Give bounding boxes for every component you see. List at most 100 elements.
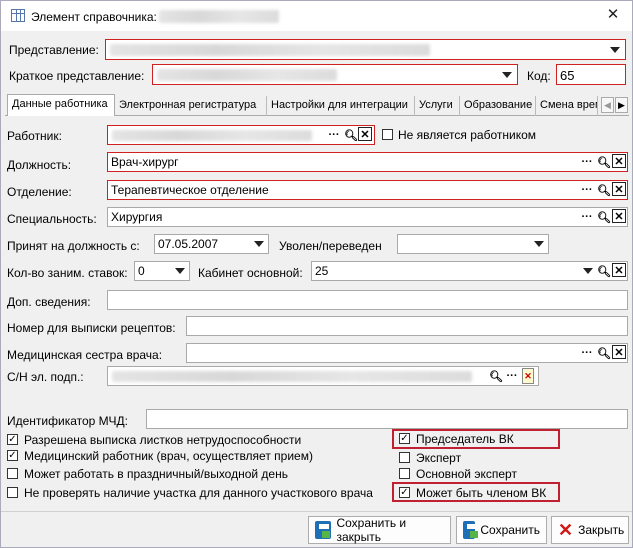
cabinet-label: Кабинет основной:: [198, 266, 303, 280]
recipe-number-label: Номер для выписки рецептов:: [7, 321, 176, 335]
extra-info-label: Доп. сведения:: [7, 295, 91, 309]
extra-info-input[interactable]: [107, 290, 628, 310]
save-icon: [463, 521, 479, 539]
tab-time-shift[interactable]: Смена врем: [536, 96, 598, 116]
medical-worker-checkbox[interactable]: ✓: [7, 450, 18, 461]
rates-dropdown-icon[interactable]: [172, 262, 188, 280]
signature-serial-label: С/Н эл. подп.:: [7, 370, 84, 384]
department-input[interactable]: Терапевтическое отделение ··· 🔍︎ ✕: [107, 180, 628, 200]
certificate-icon[interactable]: ✕: [522, 368, 534, 384]
rates-label: Кол-во заним. ставок:: [7, 266, 128, 280]
department-clear-icon[interactable]: ✕: [612, 182, 626, 196]
main-expert-label: Основной эксперт: [416, 467, 517, 481]
position-label: Должность:: [7, 158, 72, 172]
cabinet-search-icon[interactable]: 🔍︎: [596, 263, 612, 279]
save-button[interactable]: Сохранить: [456, 516, 547, 544]
representation-label: Представление:: [9, 43, 99, 57]
sick-leave-label: Разрешена выписка листков нетрудоспособн…: [24, 433, 302, 447]
tab-services[interactable]: Услуги: [415, 96, 460, 116]
position-select-button[interactable]: ···: [579, 154, 595, 170]
cabinet-input[interactable]: 25 🔍︎ ✕: [311, 261, 628, 281]
worker-input[interactable]: ··· 🔍︎ ✕: [107, 125, 375, 145]
recipe-number-input[interactable]: [186, 316, 628, 336]
chairman-vk-checkbox[interactable]: ✓: [399, 433, 410, 444]
worker-search-icon[interactable]: 🔍︎: [343, 127, 359, 143]
vk-member-label: Может быть членом ВК: [416, 486, 547, 500]
hired-label: Принят на должность с:: [7, 239, 140, 253]
close-button[interactable]: ✕ Закрыть: [551, 516, 629, 544]
hired-date-value: 07.05.2007: [158, 237, 219, 251]
specialty-label: Специальность:: [7, 212, 97, 226]
code-input[interactable]: 65: [556, 64, 626, 85]
not-worker-checkbox[interactable]: [382, 129, 393, 140]
specialty-search-icon[interactable]: 🔍︎: [596, 209, 612, 225]
main-expert-checkbox[interactable]: [399, 468, 410, 479]
holiday-work-label: Может работать в праздничный/выходной де…: [24, 467, 288, 481]
tab-scroll-right-icon[interactable]: ▶: [615, 97, 628, 113]
hired-date-dropdown-icon[interactable]: [251, 235, 267, 253]
chairman-vk-label: Председатель ВК: [416, 432, 514, 446]
nurse-search-icon[interactable]: 🔍︎: [596, 345, 612, 361]
signature-select-button[interactable]: ···: [504, 368, 520, 384]
save-and-close-button[interactable]: Сохранить и закрыть: [308, 516, 451, 544]
department-label: Отделение:: [7, 185, 72, 199]
representation-dropdown-icon[interactable]: [607, 41, 623, 59]
cabinet-value: 25: [315, 264, 329, 278]
hired-date-input[interactable]: 07.05.2007: [154, 234, 269, 254]
fired-label: Уволен/переведен: [279, 239, 382, 253]
footer-divider: [1, 511, 632, 512]
cabinet-dropdown-icon[interactable]: [580, 263, 596, 279]
no-area-check-checkbox[interactable]: [7, 487, 18, 498]
signature-search-icon[interactable]: 🔍︎: [488, 368, 504, 384]
close-icon[interactable]: ✕: [605, 7, 621, 23]
department-select-button[interactable]: ···: [579, 182, 595, 198]
short-representation-dropdown-icon[interactable]: [499, 66, 515, 84]
save-close-icon: [315, 521, 332, 539]
specialty-input[interactable]: Хирургия ··· 🔍︎ ✕: [107, 207, 628, 227]
position-input[interactable]: Врач-хирург ··· 🔍︎ ✕: [107, 152, 628, 172]
department-value: Терапевтическое отделение: [111, 183, 269, 197]
position-value: Врач-хирург: [111, 155, 179, 169]
tab-education[interactable]: Образование: [460, 96, 536, 116]
rates-value: 0: [138, 264, 145, 278]
expert-label: Эксперт: [416, 451, 462, 465]
position-clear-icon[interactable]: ✕: [612, 154, 626, 168]
rates-select[interactable]: 0: [134, 261, 190, 281]
short-representation-input[interactable]: [152, 64, 518, 85]
nurse-input[interactable]: ··· 🔍︎ ✕: [186, 343, 628, 363]
mchd-input[interactable]: [146, 409, 628, 429]
tab-integration-settings[interactable]: Настройки для интеграции: [267, 96, 415, 116]
nurse-label: Медицинская сестра врача:: [7, 348, 163, 362]
tab-electronic-registry[interactable]: Электронная регистратура: [115, 96, 267, 116]
medical-worker-label: Медицинский работник (врач, осуществляет…: [24, 449, 313, 463]
window-title: Элемент справочника:: [31, 10, 157, 24]
signature-serial-input[interactable]: 🔍︎ ··· ✕: [107, 366, 539, 386]
code-label: Код:: [527, 69, 551, 83]
close-red-icon: ✕: [558, 520, 574, 540]
specialty-clear-icon[interactable]: ✕: [612, 209, 626, 223]
worker-clear-icon[interactable]: ✕: [358, 127, 372, 141]
sick-leave-checkbox[interactable]: ✓: [7, 434, 18, 445]
cabinet-clear-icon[interactable]: ✕: [612, 263, 626, 277]
window-title-blurred: [159, 10, 279, 23]
catalog-icon: [11, 9, 25, 22]
expert-checkbox[interactable]: [399, 452, 410, 463]
worker-label: Работник:: [7, 129, 62, 143]
fired-date-dropdown-icon[interactable]: [531, 235, 547, 253]
not-worker-label: Не является работником: [398, 128, 537, 142]
specialty-select-button[interactable]: ···: [579, 209, 595, 225]
tab-worker-data[interactable]: Данные работника: [7, 94, 115, 116]
worker-select-button[interactable]: ···: [326, 127, 342, 143]
vk-member-checkbox[interactable]: ✓: [399, 487, 410, 498]
nurse-clear-icon[interactable]: ✕: [612, 345, 626, 359]
mchd-label: Идентификатор МЧД:: [7, 414, 128, 428]
department-search-icon[interactable]: 🔍︎: [596, 182, 612, 198]
position-search-icon[interactable]: 🔍︎: [596, 154, 612, 170]
representation-input[interactable]: [105, 39, 626, 60]
tab-scroll-left-icon[interactable]: ◀: [601, 97, 614, 113]
holiday-work-checkbox[interactable]: [7, 468, 18, 479]
nurse-select-button[interactable]: ···: [579, 345, 595, 361]
short-representation-label: Краткое представление:: [9, 69, 145, 83]
fired-date-input[interactable]: [397, 234, 549, 254]
dialog-window: Элемент справочника: ✕ Представление: Кр…: [0, 0, 633, 548]
